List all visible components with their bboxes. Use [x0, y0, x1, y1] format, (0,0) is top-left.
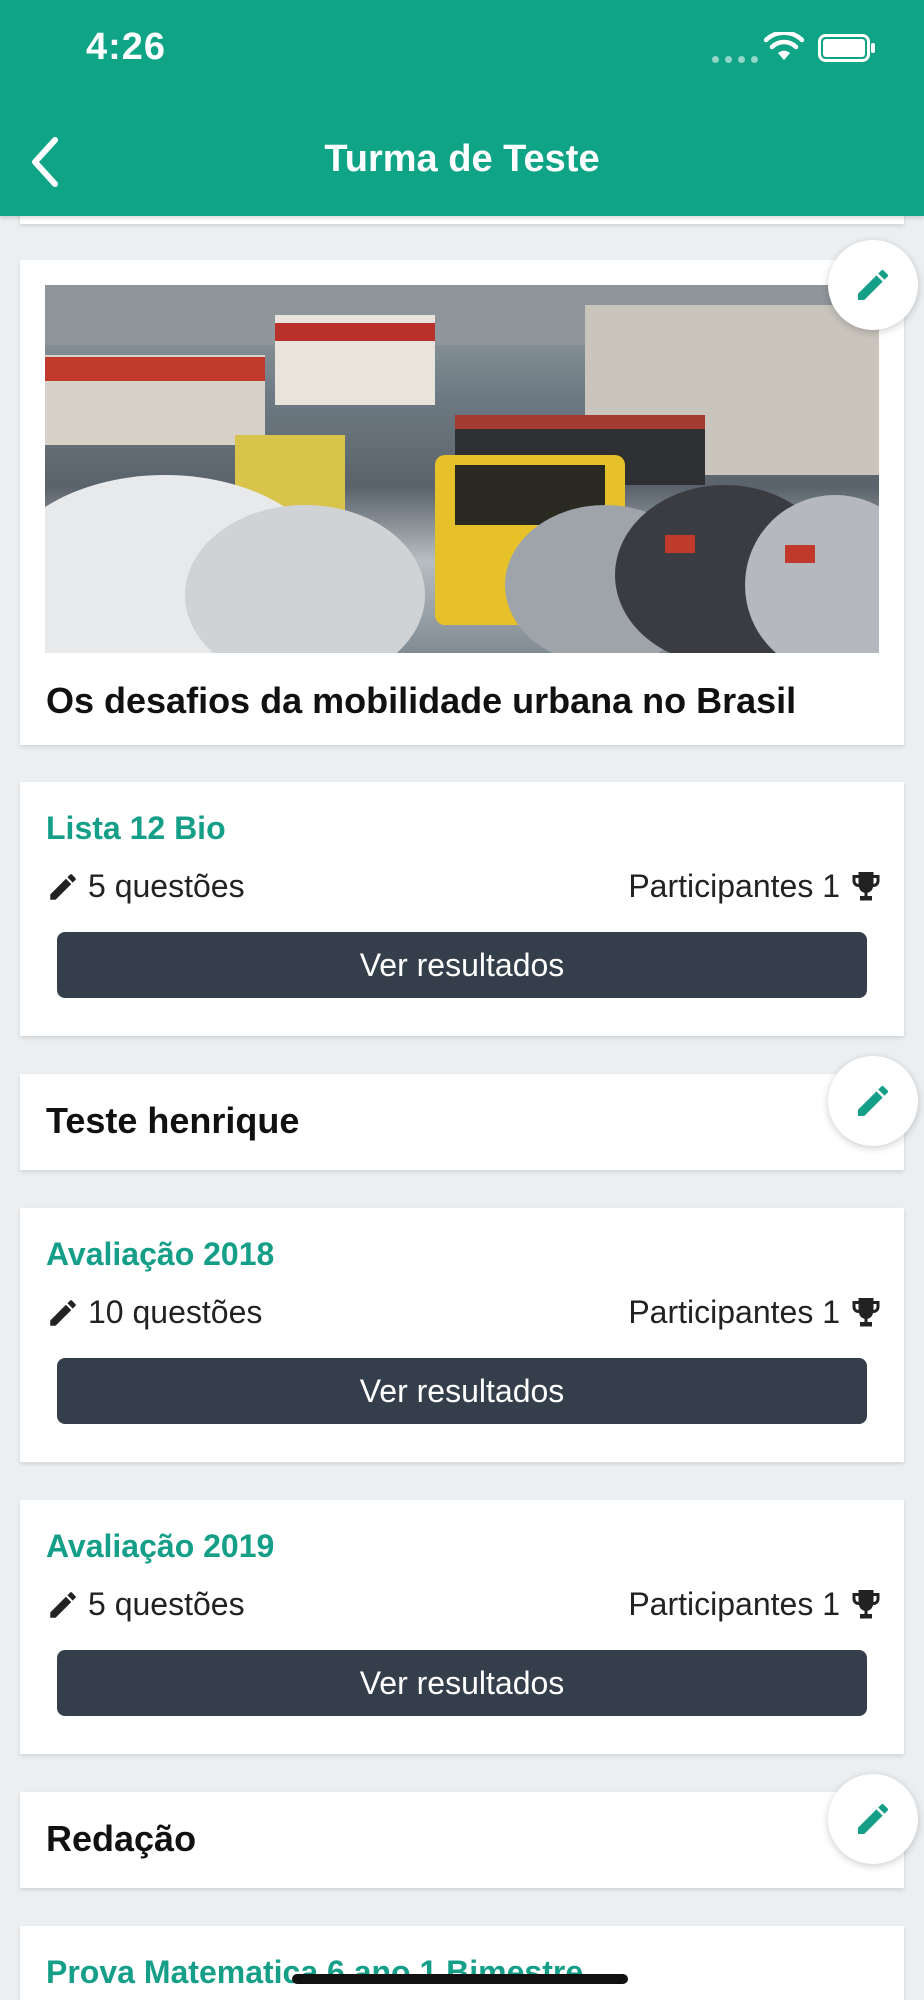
- participants: Participantes 1: [628, 1294, 884, 1331]
- news-title: Os desafios da mobilidade urbana no Bras…: [46, 680, 797, 721]
- section-card[interactable]: Teste henrique: [20, 1074, 904, 1170]
- participants-label: Participantes 1: [628, 1586, 840, 1622]
- news-card[interactable]: Os desafios da mobilidade urbana no Bras…: [20, 260, 904, 745]
- app-header: 4:26 Turma de Teste: [0, 0, 924, 216]
- question-count-label: 10 questões: [88, 1294, 263, 1330]
- edit-news-button[interactable]: [828, 240, 918, 330]
- battery-icon: [818, 34, 875, 62]
- pencil-icon: [858, 1803, 889, 1834]
- home-indicator: [292, 1974, 628, 1984]
- question-count-label: 5 questões: [88, 1586, 245, 1622]
- section-card[interactable]: Redação: [20, 1792, 904, 1888]
- pencil-icon: [50, 873, 76, 900]
- view-results-button[interactable]: Ver resultados: [57, 1358, 867, 1424]
- edit-section-button[interactable]: [828, 1056, 918, 1146]
- quiz-card[interactable]: Lista 12 Bio 5 questões Participantes 1 …: [20, 782, 904, 1036]
- question-count-label: 5 questões: [88, 868, 245, 904]
- signal-icon: [712, 56, 758, 63]
- participants-label: Participantes 1: [628, 868, 840, 904]
- previous-card-bottom: [20, 216, 904, 224]
- question-count: 10 questões: [46, 1294, 262, 1331]
- participants: Participantes 1: [628, 1586, 884, 1623]
- quiz-title[interactable]: Avaliação 2018: [46, 1236, 274, 1273]
- trophy-icon: [852, 1297, 880, 1326]
- trophy-icon: [852, 871, 880, 900]
- quiz-card[interactable]: Prova Matematica 6 ano 1 Bimestre: [20, 1926, 904, 2000]
- question-count: 5 questões: [46, 868, 245, 905]
- pencil-icon: [858, 269, 889, 300]
- pencil-icon: [50, 1299, 76, 1326]
- participants-label: Participantes 1: [628, 1294, 840, 1330]
- quiz-title[interactable]: Avaliação 2019: [46, 1528, 274, 1565]
- quiz-card[interactable]: Avaliação 2018 10 questões Participantes…: [20, 1208, 904, 1462]
- page-title: Turma de Teste: [324, 138, 600, 180]
- section-title: Redação: [46, 1818, 197, 1859]
- view-results-button[interactable]: Ver resultados: [57, 932, 867, 998]
- news-image: [45, 285, 879, 653]
- pencil-icon: [858, 1085, 889, 1116]
- quiz-card[interactable]: Avaliação 2019 5 questões Participantes …: [20, 1500, 904, 1754]
- pencil-icon: [50, 1591, 76, 1618]
- trophy-icon: [852, 1589, 880, 1618]
- participants: Participantes 1: [628, 868, 884, 905]
- wifi-icon: [764, 32, 804, 60]
- quiz-title[interactable]: Prova Matematica 6 ano 1 Bimestre: [46, 1954, 583, 1991]
- quiz-title[interactable]: Lista 12 Bio: [46, 810, 226, 847]
- edit-section-button[interactable]: [828, 1774, 918, 1864]
- question-count: 5 questões: [46, 1586, 245, 1623]
- feed-list[interactable]: Os desafios da mobilidade urbana no Bras…: [0, 216, 924, 2000]
- section-title: Teste henrique: [46, 1100, 300, 1141]
- status-time: 4:26: [86, 26, 167, 68]
- view-results-button[interactable]: Ver resultados: [57, 1650, 867, 1716]
